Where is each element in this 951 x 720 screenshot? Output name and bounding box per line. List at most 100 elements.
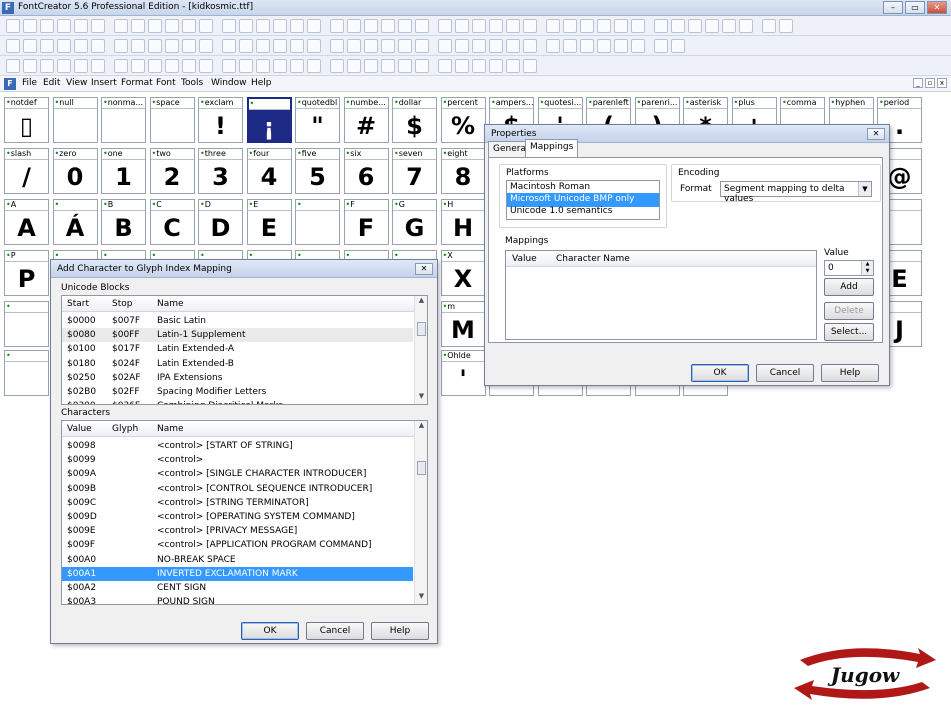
column-value[interactable]: Value — [512, 254, 537, 264]
glyph-cell[interactable]: •zero 0 — [52, 148, 98, 194]
toolbar-button-icon[interactable] — [762, 19, 776, 33]
toolbar-button-icon[interactable] — [222, 39, 236, 53]
toolbar-button-icon[interactable] — [523, 19, 537, 33]
glyph-cell[interactable]: •percent% — [440, 97, 486, 143]
properties-close-button[interactable]: ✕ — [867, 128, 885, 140]
toolbar-button-icon[interactable] — [330, 39, 344, 53]
toolbar-button-icon[interactable] — [273, 59, 287, 73]
unicode-blocks-list[interactable]: Start Stop Name $0000 $007F Basic Latin $0080 $… — [61, 295, 428, 405]
column-header[interactable]: Stop — [112, 299, 132, 309]
glyph-cell[interactable]: • Á — [52, 199, 98, 245]
toolbar-button-icon[interactable] — [165, 39, 179, 53]
menu-tools[interactable]: Tools — [181, 78, 203, 88]
column-header[interactable]: Start — [67, 299, 89, 309]
toolbar-button-icon[interactable] — [415, 59, 429, 73]
toolbar-button-icon[interactable] — [546, 39, 560, 53]
toolbar-button-icon[interactable] — [290, 39, 304, 53]
toolbar-button-icon[interactable] — [182, 59, 196, 73]
column-header[interactable]: Name — [157, 424, 184, 434]
add-button[interactable]: Add — [824, 278, 874, 296]
mappings-list[interactable]: Value Character Name — [505, 250, 817, 340]
glyph-cell[interactable]: •Ohlde ' — [440, 350, 486, 396]
menu-edit[interactable]: Edit — [43, 78, 60, 88]
toolbar-button-icon[interactable] — [364, 19, 378, 33]
toolbar-button-icon[interactable] — [506, 59, 520, 73]
glyph-cell[interactable]: •two 2 — [149, 148, 195, 194]
toolbar-button-icon[interactable] — [472, 59, 486, 73]
glyph-cell[interactable]: •one 1 — [101, 148, 146, 194]
toolbar-button-icon[interactable] — [347, 39, 361, 53]
list-item[interactable]: $0098 <control> [START OF STRING] — [62, 439, 413, 453]
toolbar-button-icon[interactable] — [398, 19, 412, 33]
toolbar-button-icon[interactable] — [40, 59, 54, 73]
glyph-cell[interactable]: •four 4 — [246, 148, 292, 194]
toolbar-button-icon[interactable] — [148, 39, 162, 53]
scroll-thumb[interactable] — [417, 322, 426, 336]
toolbar-button-icon[interactable] — [614, 39, 628, 53]
list-item[interactable]: $009D <control> [OPERATING SYSTEM COMMAND… — [62, 510, 413, 524]
list-item[interactable]: $0080 $00FF Latin-1 Supplement — [62, 328, 413, 343]
glyph-cell[interactable]: •notdef ▯ — [4, 97, 49, 143]
toolbar-button-icon[interactable] — [438, 39, 452, 53]
list-item[interactable]: $0300$036FCombining Diacritical Marks — [62, 399, 413, 404]
glyph-cell[interactable]: •exclam! — [198, 97, 243, 143]
toolbar-button-icon[interactable] — [239, 39, 253, 53]
properties-ok-button[interactable]: OK — [691, 364, 749, 382]
toolbar-button-icon[interactable] — [705, 19, 719, 33]
menu-file[interactable]: File — [22, 78, 37, 88]
list-item[interactable]: $009B <control> [CONTROL SEQUENCE INTRODU… — [62, 482, 413, 496]
toolbar-button-icon[interactable] — [364, 59, 378, 73]
toolbar-button-icon[interactable] — [614, 19, 628, 33]
add-mapping-close-button[interactable]: ✕ — [415, 263, 433, 275]
properties-cancel-button[interactable]: Cancel — [756, 364, 814, 382]
menu-view[interactable]: View — [66, 78, 87, 88]
toolbar-button-icon[interactable] — [472, 19, 486, 33]
toolbar-button-icon[interactable] — [148, 59, 162, 73]
toolbar-button-icon[interactable] — [398, 59, 412, 73]
toolbar-button-icon[interactable] — [489, 59, 503, 73]
spin-up-icon[interactable]: ▲ — [861, 261, 873, 268]
toolbar-button-icon[interactable] — [23, 19, 37, 33]
toolbar-button-icon[interactable] — [307, 19, 321, 33]
glyph-cell[interactable]: •numbe... # — [343, 97, 389, 143]
list-item[interactable]: $0180 $024F Latin Extended-B — [62, 357, 413, 371]
toolbar-button-icon[interactable] — [523, 59, 537, 73]
column-character-name[interactable]: Character Name — [556, 254, 630, 264]
toolbar-button-icon[interactable] — [381, 19, 395, 33]
toolbar-button-icon[interactable] — [631, 39, 645, 53]
toolbar-button-icon[interactable] — [222, 19, 236, 33]
toolbar-button-icon[interactable] — [290, 59, 304, 73]
toolbar-button-icon[interactable] — [472, 39, 486, 53]
toolbar-button-icon[interactable] — [114, 19, 128, 33]
toolbar-button-icon[interactable] — [722, 19, 736, 33]
toolbar-button-icon[interactable] — [739, 19, 753, 33]
glyph-cell[interactable]: •H H — [440, 199, 486, 245]
toolbar-button-icon[interactable] — [398, 39, 412, 53]
scroll-thumb[interactable] — [417, 461, 426, 475]
toolbar-button-icon[interactable] — [381, 39, 395, 53]
toolbar-button-icon[interactable] — [597, 19, 611, 33]
close-button[interactable]: ✕ — [927, 1, 947, 14]
toolbar-button-icon[interactable] — [688, 19, 702, 33]
toolbar-button-icon[interactable] — [438, 19, 452, 33]
platforms-list[interactable]: Macintosh Roman Microsoft Unicode BMP onl… — [506, 180, 660, 220]
glyph-cell[interactable]: •C C — [149, 199, 195, 245]
toolbar-button-icon[interactable] — [74, 59, 88, 73]
toolbar-button-icon[interactable] — [57, 19, 71, 33]
toolbar-button-icon[interactable] — [114, 59, 128, 73]
toolbar-button-icon[interactable] — [347, 19, 361, 33]
glyph-cell[interactable]: •m M — [440, 301, 486, 347]
menu-format[interactable]: Format — [121, 78, 153, 88]
toolbar-button-icon[interactable] — [330, 19, 344, 33]
add-mapping-help-button[interactable]: Help — [371, 622, 429, 640]
glyph-cell[interactable]: •D D — [198, 199, 243, 245]
glyph-cell[interactable]: •quotedbl " — [295, 97, 340, 143]
platform-item[interactable]: Unicode 1.0 semantics — [507, 205, 659, 219]
glyph-cell[interactable]: •B B — [101, 199, 146, 245]
toolbar-button-icon[interactable] — [74, 39, 88, 53]
toolbar-button-icon[interactable] — [671, 19, 685, 33]
list-item[interactable]: $00A1 INVERTED EXCLAMATION MARK — [62, 566, 413, 581]
toolbar-button-icon[interactable] — [6, 59, 20, 73]
toolbar-button-icon[interactable] — [563, 39, 577, 53]
glyph-cell[interactable]: •G G — [392, 199, 437, 245]
